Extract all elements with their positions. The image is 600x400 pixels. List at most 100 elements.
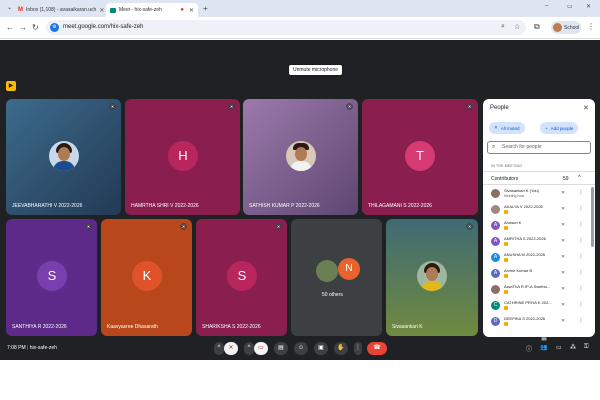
minimize-button[interactable]: – (545, 3, 548, 9)
host-controls-icon[interactable]: ⚿ (584, 344, 589, 351)
contributors-label: Contributors (491, 176, 519, 182)
search-input[interactable]: ⌕ Search for people (487, 141, 591, 154)
emoji-button[interactable]: ☺ (294, 342, 308, 355)
mic-off-icon[interactable]: ✕ (561, 206, 565, 212)
people-panel: People ✕ ✕ All muted + Add people ⌕ Sear… (483, 99, 595, 337)
participant-row[interactable]: AKALYA V 2022-2026 ✕ ⋮ (483, 203, 595, 217)
mic-off-icon[interactable]: ✕ (561, 270, 565, 276)
participant-name: SANTHIYA R 2022-2026 (12, 324, 67, 330)
all-muted-label: All muted (500, 125, 520, 131)
participant-tile[interactable]: ✕ H HAMRTHA SHRI V 2022-2026 (125, 99, 240, 215)
more-options-button[interactable]: ⋮ (354, 342, 362, 355)
zoom-icon[interactable]: ⌕ (501, 23, 505, 31)
browser-toolbar: ← → ↻ ⚙ meet.google.com/hix-safe-zeh ⌕ ☆… (0, 17, 600, 39)
participant-row[interactable]: Sivasankari K (You) Meeting host ✕ ⋮ (483, 187, 595, 201)
close-icon[interactable]: ✕ (99, 7, 104, 14)
participant-name: Sivasankari K (You) (504, 188, 539, 193)
mic-off-icon[interactable]: ✕ (561, 254, 565, 260)
url-text: meet.google.com/hix-safe-zeh (63, 24, 144, 30)
more-vert-icon[interactable]: ⋮ (578, 317, 584, 324)
participant-row[interactable]: C CATHRINE PRIYA K 202... ✕ ⋮ (483, 299, 595, 313)
mic-toggle-button[interactable]: ✕ (224, 342, 238, 355)
back-icon[interactable]: ← (6, 23, 14, 32)
meeting-details-icon[interactable]: ⓘ (526, 344, 532, 353)
site-info-icon[interactable]: ⚙ (50, 23, 59, 32)
meet-activities-icon[interactable]: ▶ (6, 81, 16, 91)
participant-row[interactable]: D DEEPIKA S 2022-2026 ✕ ⋮ (483, 315, 595, 329)
student-badge-icon (504, 258, 508, 262)
contributors-header[interactable]: Contributors 59 ^ (483, 171, 595, 185)
mic-off-icon[interactable]: ✕ (561, 318, 565, 324)
student-badge-icon (504, 322, 508, 326)
forward-icon[interactable]: → (19, 23, 27, 32)
participant-row[interactable]: A Anusuri K ✕ ⋮ (483, 219, 595, 233)
profile-button[interactable]: School (551, 21, 581, 34)
scrollbar[interactable] (591, 187, 594, 247)
extensions-icon[interactable]: ⧉ (534, 22, 540, 32)
close-window-button[interactable]: ✕ (586, 3, 591, 10)
raise-hand-button[interactable]: ✋ (334, 342, 348, 355)
present-button[interactable]: ▣ (314, 342, 328, 355)
bookmark-star-icon[interactable]: ☆ (514, 23, 520, 31)
all-muted-button[interactable]: ✕ All muted (489, 122, 525, 134)
tab-title: Meet - hix-safe-zeh (119, 7, 162, 13)
close-icon[interactable]: ✕ (189, 7, 194, 14)
avatar: A (491, 221, 500, 230)
avatar (491, 205, 500, 214)
participant-tile[interactable]: ✕ S SHARIKSHA S 2022-2026 (196, 219, 287, 336)
tab-inbox[interactable]: M Inbox (1,108) - avasaikaran.uch ✕ (14, 3, 104, 17)
maximize-button[interactable]: ▭ (567, 3, 573, 10)
more-vert-icon[interactable]: ⋮ (578, 205, 584, 212)
participant-tile[interactable]: ✕ S SANTHIYA R 2022-2026 (6, 219, 97, 336)
mic-options-button[interactable]: ^ (214, 342, 224, 355)
others-tile[interactable] (291, 219, 382, 336)
captions-icon: ▤ (278, 345, 284, 351)
tab-search-icon[interactable]: ⌄ (7, 4, 12, 11)
close-icon[interactable]: ✕ (583, 104, 589, 112)
mic-off-icon[interactable]: ✕ (561, 238, 565, 244)
avatar: N (338, 258, 360, 280)
panel-title: People (490, 105, 509, 111)
address-bar[interactable]: ⚙ meet.google.com/hix-safe-zeh ⌕ ☆ (46, 20, 526, 35)
more-vert-icon[interactable]: ⋮ (578, 285, 584, 292)
mic-off-icon[interactable]: ✕ (561, 302, 565, 308)
mic-off-icon[interactable]: ✕ (561, 286, 565, 292)
participant-tile[interactable]: ✕ SATHISH KUMAR P 2022-2026 (243, 99, 358, 215)
new-tab-button[interactable]: + (203, 4, 208, 13)
profile-label: School (564, 24, 580, 31)
participant-row[interactable]: A AMRITHA S 2022-2026 ✕ ⋮ (483, 235, 595, 249)
participant-row[interactable]: AswIThA R IP-A Swethu... ✕ ⋮ (483, 283, 595, 297)
more-vert-icon[interactable]: ⋮ (578, 221, 584, 228)
participant-row[interactable]: A Arvinn Kumar B ✕ ⋮ (483, 267, 595, 281)
mic-off-icon[interactable]: ✕ (561, 222, 565, 228)
participant-tile[interactable]: ✕ T THILAGAMANI S 2022-2026 (362, 99, 478, 215)
browser-menu-icon[interactable]: ⋮ (587, 22, 595, 31)
more-vert-icon[interactable]: ⋮ (578, 189, 584, 196)
participant-photo (316, 260, 338, 282)
add-people-button[interactable]: + Add people (540, 122, 579, 134)
chat-icon[interactable]: ▭ (556, 344, 562, 351)
participant-tile[interactable]: ✕ K Kaavyasree Dhasarath (101, 219, 192, 336)
more-vert-icon[interactable]: ⋮ (578, 301, 584, 308)
people-icon[interactable]: 59 👥 (540, 337, 547, 351)
camera-options-button[interactable]: ^ (244, 342, 254, 355)
tab-title: Inbox (1,108) - avasaikaran.uch (26, 7, 97, 13)
more-vert-icon[interactable]: ⋮ (578, 237, 584, 244)
participant-photo (49, 141, 79, 171)
participant-tile[interactable]: ✕ Sivasankari K (386, 219, 478, 336)
mic-off-icon[interactable]: ✕ (561, 190, 565, 196)
leave-call-button[interactable]: ☎ (367, 342, 387, 355)
camera-toggle-button[interactable]: ▭ (254, 342, 268, 355)
mic-off-icon: ✕ (466, 103, 473, 110)
participant-row[interactable]: A ANUSHA M 2022-2026 ✕ ⋮ (483, 251, 595, 265)
captions-button[interactable]: ▤ (274, 342, 288, 355)
student-badge-icon (504, 274, 508, 278)
present-icon: ▣ (318, 345, 324, 351)
more-vert-icon[interactable]: ⋮ (578, 269, 584, 276)
activities-icon[interactable]: ⁂ (570, 344, 576, 351)
tab-meet[interactable]: Meet - hix-safe-zeh ● ✕ (106, 3, 198, 17)
participant-tile[interactable]: ✕ JEEVABHARATHI V 2022-2026 (6, 99, 121, 215)
participant-name: SHARIKSHA S 2022-2026 (202, 324, 261, 330)
more-vert-icon[interactable]: ⋮ (578, 253, 584, 260)
reload-icon[interactable]: ↻ (32, 23, 39, 32)
